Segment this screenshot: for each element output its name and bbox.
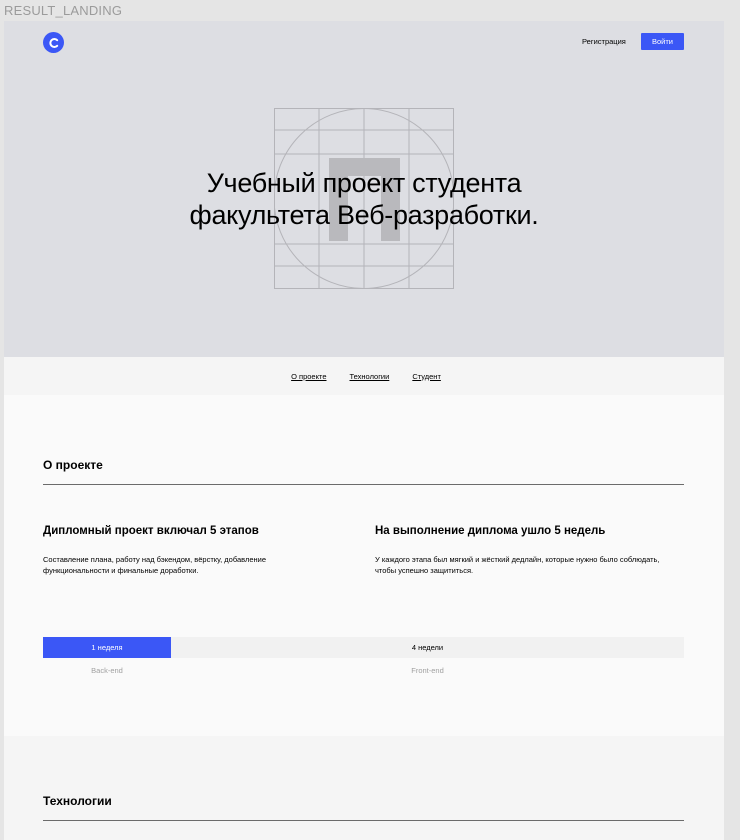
hero-title-line2: факультета Веб-разработки. <box>189 200 539 230</box>
about-title: О проекте <box>43 458 103 472</box>
timeline-frontend-label: Front-end <box>411 666 444 675</box>
tech-title: Технологии <box>43 794 112 808</box>
tech-divider <box>43 820 684 821</box>
anchor-tech[interactable]: Технологии <box>350 372 390 381</box>
timeline-backend-label: Back-end <box>91 666 123 675</box>
duration-text: У каждого этапа был мягкий и жёсткий дед… <box>375 555 660 575</box>
anchor-menu: О проекте Технологии Студент <box>4 357 724 395</box>
stages-title: Дипломный проект включал 5 этапов <box>43 525 259 537</box>
login-button[interactable]: Войти <box>641 33 684 50</box>
stages-text: Составление плана, работу над бэкендом, … <box>43 555 267 575</box>
circle-c-logo-icon <box>48 37 58 48</box>
about-section: О проекте Дипломный проект включал 5 эта… <box>4 395 724 736</box>
logo[interactable] <box>43 32 64 53</box>
landing-page: Регистрация Войти Учебный проект студент… <box>4 21 724 840</box>
anchor-student[interactable]: Студент <box>412 372 441 381</box>
hero-title: Учебный проект студента факультета Веб-р… <box>4 167 724 231</box>
hero-title-line1: Учебный проект студента <box>206 168 522 198</box>
frame-label: RESULT_LANDING <box>4 3 123 18</box>
tech-section: Технологии <box>4 736 724 840</box>
about-divider <box>43 484 684 485</box>
timeline-frontend-bar: 4 недели <box>411 643 444 652</box>
timeline-backend-bar: 1 неделя <box>43 637 171 658</box>
anchor-about[interactable]: О проекте <box>291 372 326 381</box>
register-link[interactable]: Регистрация <box>582 37 626 46</box>
hero-section: Регистрация Войти Учебный проект студент… <box>4 21 724 357</box>
duration-title: На выполнение диплома ушло 5 недель <box>375 525 606 537</box>
timeline-bar: 1 неделя 4 недели <box>43 637 684 658</box>
